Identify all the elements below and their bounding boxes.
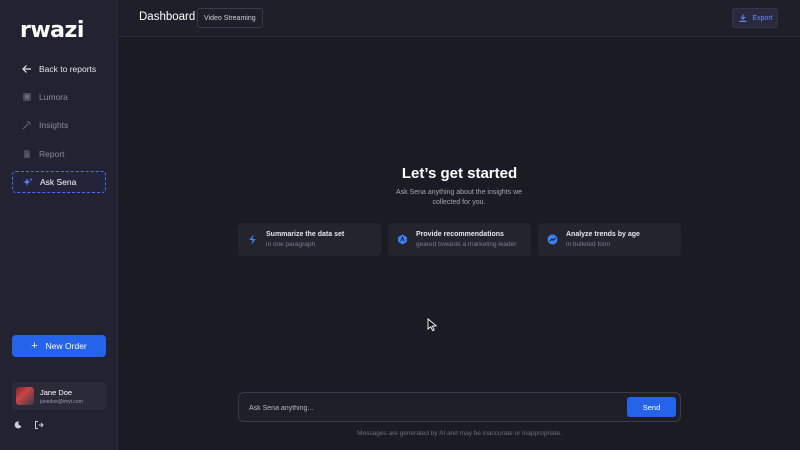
dataset-chip[interactable]: Video Streaming: [197, 8, 263, 28]
suggestion-subtitle: in one paragraph: [266, 241, 316, 248]
new-order-label: New Order: [45, 341, 87, 351]
sidebar-item-lumora[interactable]: Lumora: [12, 86, 106, 108]
page-title: Dashboard: [139, 11, 196, 23]
hero-subtitle: Ask Sena anything about the insights we …: [395, 189, 523, 206]
arrow-left-icon: [21, 64, 32, 75]
suggestion-title: Provide recommendations: [416, 231, 504, 238]
back-to-reports-label: Back to reports: [39, 64, 97, 74]
export-label: Export: [752, 14, 773, 22]
user-email: janedoe@imyt.com: [40, 398, 83, 405]
logout-icon[interactable]: [33, 419, 44, 430]
download-icon: [737, 13, 748, 24]
sidebar-item-label: Ask Sena: [40, 177, 77, 187]
suggestion-subtitle: geared towards a marketing leader: [416, 241, 517, 248]
hero-heading: Let’s get started: [401, 165, 518, 182]
ai-sparkle-icon: [22, 177, 33, 188]
sidebar-item-ask-sena[interactable]: Ask Sena: [12, 171, 106, 193]
theme-toggle-icon[interactable]: [12, 419, 23, 430]
app-logo: rwazi: [20, 18, 84, 43]
mouse-cursor-icon: [427, 318, 439, 337]
send-button[interactable]: Send: [627, 397, 676, 417]
sparkle-icon: [21, 120, 32, 131]
lightning-icon: [247, 234, 258, 245]
chat-input[interactable]: [249, 401, 609, 415]
suggestion-title: Summarize the data set: [266, 231, 345, 238]
sidebar-item-report[interactable]: Report: [12, 143, 106, 165]
suggestion-card-trends[interactable]: Analyze trends by age in bulleted form: [538, 223, 681, 256]
sidebar: rwazi Back to reports Lumora Insights Re…: [0, 0, 118, 450]
suggestion-card-recommendations[interactable]: Provide recommendations geared towards a…: [388, 223, 531, 256]
trend-icon: [547, 234, 558, 245]
new-order-button[interactable]: + New Order: [12, 335, 106, 357]
user-name: Jane Doe: [40, 387, 73, 397]
avatar: [16, 387, 34, 405]
sidebar-item-label: Report: [39, 149, 65, 159]
document-icon: [21, 149, 32, 160]
sidebar-item-label: Insights: [39, 120, 69, 130]
back-to-reports-link[interactable]: Back to reports: [12, 58, 106, 80]
badge-icon: [397, 234, 408, 245]
user-profile-card[interactable]: Jane Doe janedoe@imyt.com: [12, 382, 106, 410]
ai-disclaimer: Messages are generated by AI and may be …: [357, 430, 562, 437]
top-bar: Dashboard Video Streaming Export: [119, 0, 800, 37]
suggestion-subtitle: in bulleted form: [566, 241, 611, 248]
suggestion-title: Analyze trends by age: [566, 231, 640, 238]
export-button[interactable]: Export: [732, 8, 778, 28]
database-icon: [21, 92, 32, 103]
sidebar-item-label: Lumora: [39, 92, 68, 102]
plus-icon: +: [31, 339, 38, 352]
chat-composer: Send: [238, 392, 681, 422]
suggestion-card-summarize[interactable]: Summarize the data set in one paragraph: [238, 223, 381, 256]
sidebar-item-insights[interactable]: Insights: [12, 114, 106, 136]
